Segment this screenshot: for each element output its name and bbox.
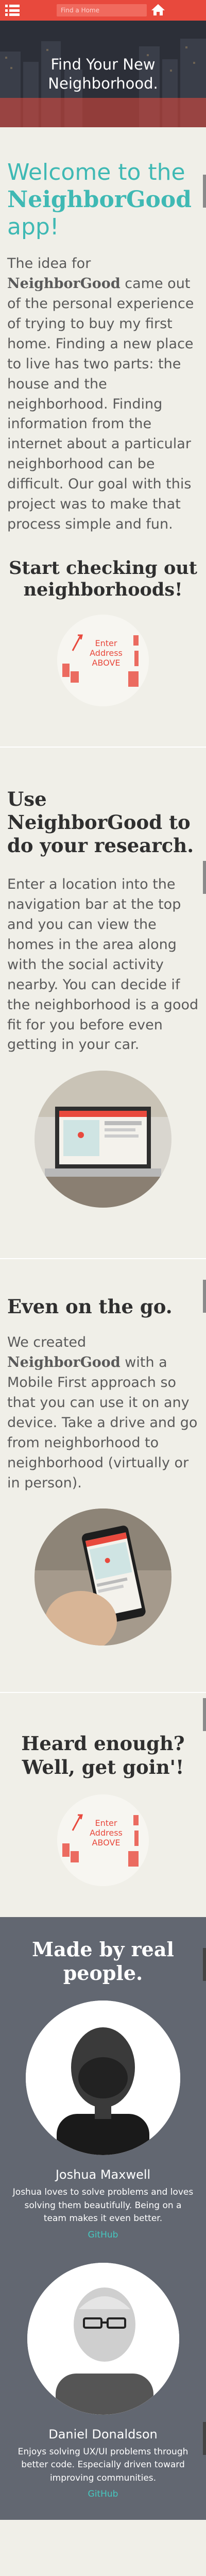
search-input[interactable] — [57, 4, 147, 16]
welcome-section: Welcome to the NeighborGood app! The ide… — [0, 159, 206, 707]
avatar — [27, 2262, 179, 2415]
research-paragraph: Enter a location into the navigation bar… — [7, 876, 199, 1053]
address-hint: Enter Address ABOVE — [90, 1818, 123, 1848]
hero-title: Find Your New Neighborhood. — [48, 56, 158, 92]
mobile-paragraph: We created NeighborGood with a Mobile Fi… — [7, 1334, 198, 1491]
list-icon[interactable] — [5, 5, 20, 16]
member-name: Daniel Donaldson — [48, 2427, 158, 2442]
github-link[interactable]: GitHub — [88, 2489, 118, 2499]
heard-section: Heard enough? Well, get goin'! Enter Add… — [0, 1693, 206, 1917]
avatar — [26, 2001, 180, 2156]
heard-title: Heard enough? Well, get goin'! — [21, 1732, 185, 1778]
scroll-tab — [203, 2421, 206, 2455]
member-bio: Enjoys solving UX/UI problems through be… — [18, 2446, 188, 2483]
team-member-card: Joshua Maxwell Joshua loves to solve pro… — [0, 2001, 206, 2240]
hero-banner: Find Your New Neighborhood. — [0, 21, 206, 127]
cta-title: Start checking out neighborhoods! — [9, 557, 197, 601]
phone-screenshot-image — [35, 1509, 171, 1646]
team-member-card: Daniel Donaldson Enjoys solving UX/UI pr… — [0, 2262, 206, 2499]
team-section: Made by real people. Joshua Maxwell Josh… — [0, 1917, 206, 2520]
scroll-tab — [203, 175, 206, 208]
scroll-tab — [203, 861, 206, 894]
scroll-tab — [203, 1947, 206, 1981]
laptop-screenshot-image — [35, 1071, 171, 1208]
member-name: Joshua Maxwell — [55, 2167, 151, 2182]
welcome-title: Welcome to the NeighborGood app! — [7, 159, 192, 240]
github-link[interactable]: GitHub — [88, 2230, 118, 2240]
mobile-section: Even on the go. We created NeighborGood … — [0, 1259, 206, 1646]
home-icon[interactable] — [150, 4, 166, 16]
mobile-title: Even on the go. — [7, 1295, 173, 1318]
team-title: Made by real people. — [32, 1937, 174, 1985]
intro-paragraph: The idea for NeighborGood came out of th… — [7, 256, 194, 532]
research-title: Use NeighborGood to do your research. — [7, 788, 194, 857]
research-section: Use NeighborGood to do your research. En… — [0, 748, 206, 1208]
enter-address-image: Enter Address ABOVE — [57, 1794, 149, 1886]
member-bio: Joshua loves to solve problems and loves… — [12, 2187, 194, 2224]
top-nav — [0, 0, 206, 21]
scroll-tab — [203, 1280, 206, 1313]
address-hint: Enter Address ABOVE — [90, 638, 123, 668]
enter-address-image: Enter Address ABOVE — [57, 615, 149, 707]
scroll-tab — [203, 1698, 206, 1732]
